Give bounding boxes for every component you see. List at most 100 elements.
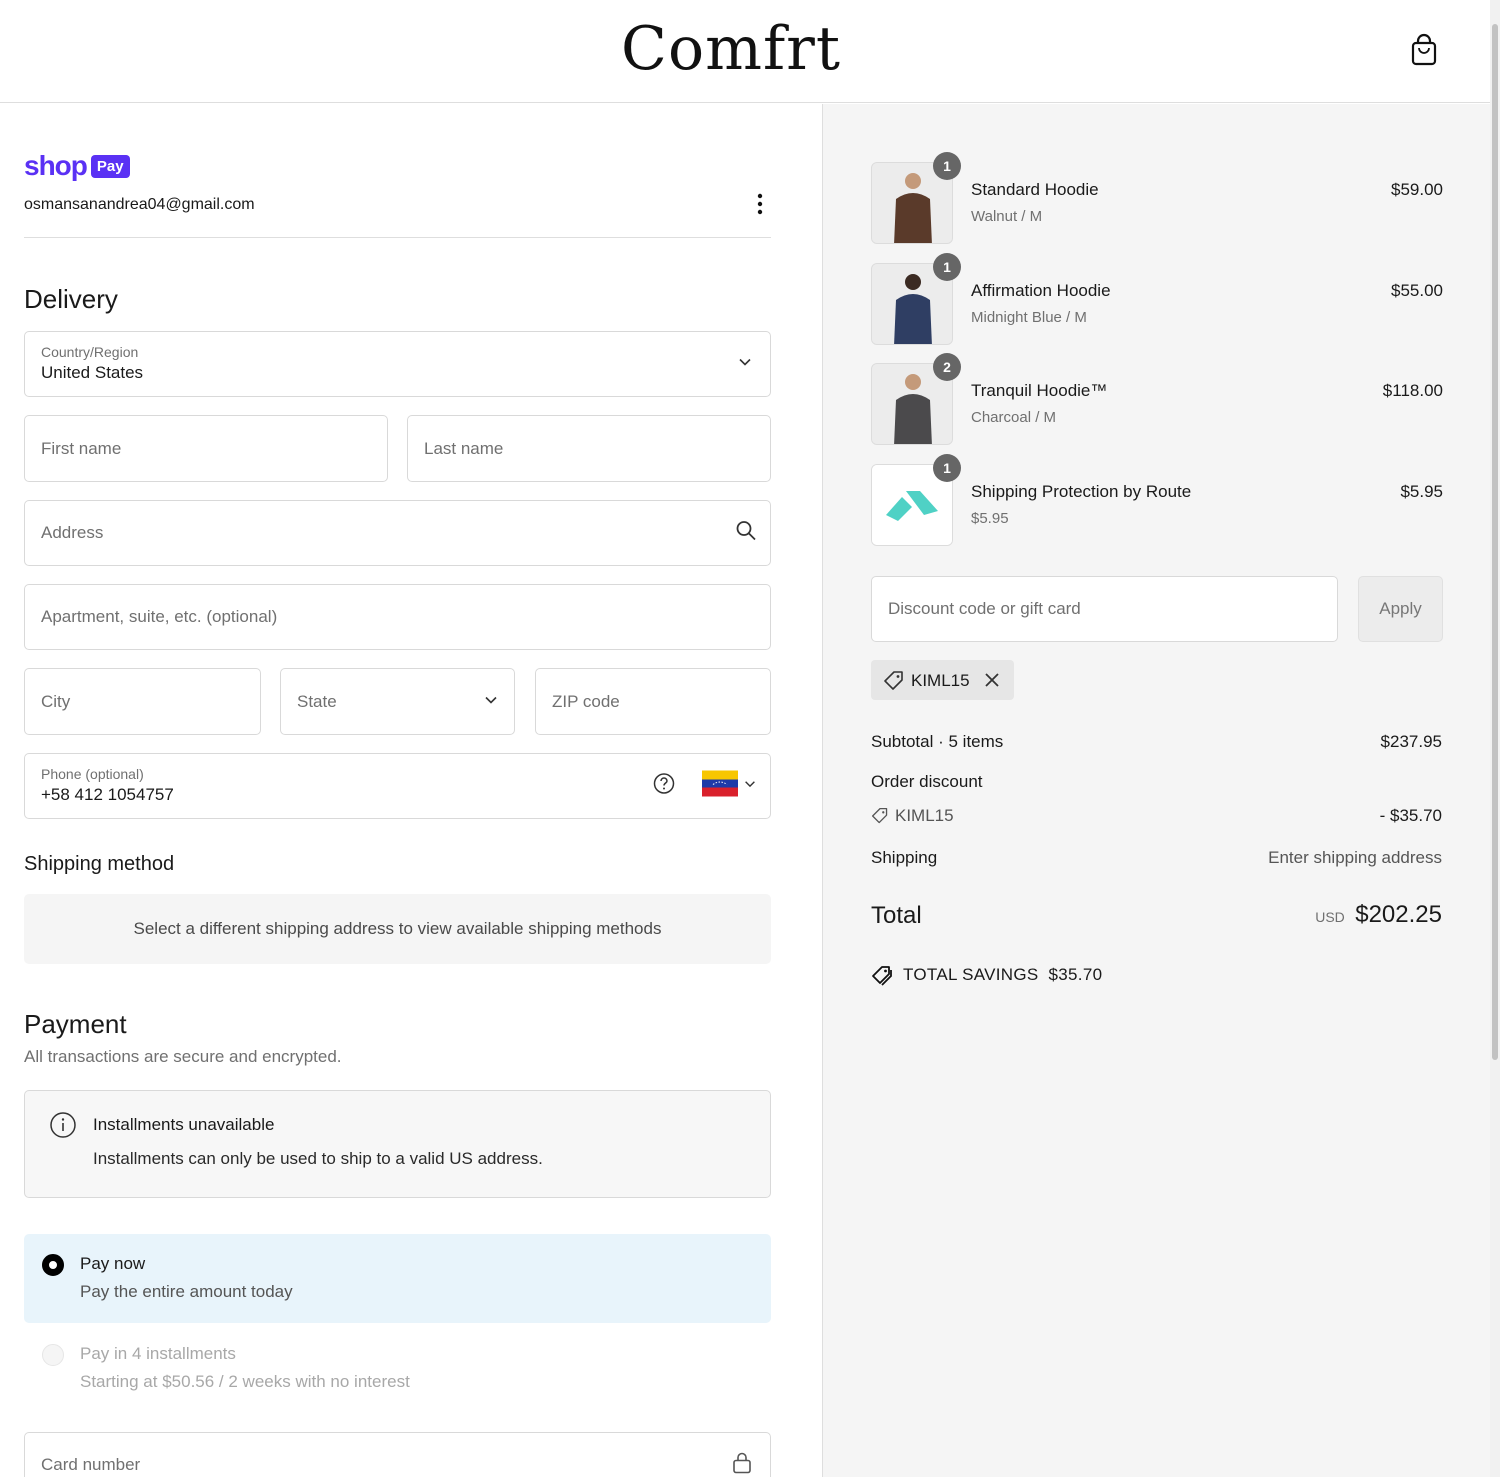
chevron-down-icon[interactable] bbox=[743, 777, 757, 796]
quantity-badge: 2 bbox=[933, 353, 961, 381]
shipping-value: Enter shipping address bbox=[1268, 848, 1442, 867]
total-label: Total bbox=[871, 902, 922, 929]
product-hoodie-shape bbox=[894, 193, 932, 243]
divider bbox=[24, 237, 771, 238]
discount-value: - $35.70 bbox=[1379, 806, 1442, 825]
discount-code-input[interactable]: Discount code or gift card bbox=[871, 576, 1338, 642]
shipping-method-notice: Select a different shipping address to v… bbox=[24, 894, 771, 964]
payment-subtitle: All transactions are secure and encrypte… bbox=[24, 1047, 342, 1066]
card-number-placeholder: Card number bbox=[41, 1455, 141, 1474]
city-field[interactable]: City bbox=[24, 668, 261, 735]
pay-installments-radio[interactable] bbox=[42, 1344, 64, 1366]
last-name-field[interactable]: Last name bbox=[407, 415, 771, 482]
state-placeholder: State bbox=[297, 691, 337, 711]
item-name: Tranquil Hoodie™ bbox=[971, 381, 1108, 400]
zip-field[interactable]: ZIP code bbox=[535, 668, 771, 735]
card-number-field[interactable]: Card number bbox=[24, 1432, 771, 1477]
comfrt-logo[interactable]: Comfrt bbox=[0, 14, 1462, 84]
savings-label: TOTAL SAVINGS bbox=[903, 965, 1039, 984]
subtotal-label: Subtotal · 5 items bbox=[871, 732, 1004, 751]
payment-heading: Payment bbox=[24, 1009, 127, 1039]
account-email: osmansanandrea04@gmail.com bbox=[24, 196, 255, 213]
line-item: 1 Shipping Protection by Route $5.95 $5.… bbox=[871, 454, 1443, 548]
pay-now-option[interactable]: Pay now Pay the entire amount today bbox=[24, 1234, 771, 1323]
tags-icon bbox=[871, 964, 893, 986]
pay-now-subtitle: Pay the entire amount today bbox=[80, 1282, 293, 1301]
shipping-method-heading: Shipping method bbox=[24, 853, 175, 875]
savings-value: $35.70 bbox=[1048, 965, 1103, 984]
tag-icon bbox=[871, 807, 889, 825]
order-discount-label: Order discount bbox=[871, 772, 983, 791]
first-name-placeholder: First name bbox=[41, 438, 122, 458]
quantity-badge: 1 bbox=[933, 454, 961, 482]
order-summary: 1 Standard Hoodie Walnut / M $59.00 1 Af… bbox=[822, 104, 1490, 1477]
pay-installments-option[interactable]: Pay in 4 installments Starting at $50.56… bbox=[24, 1324, 771, 1414]
apartment-placeholder: Apartment, suite, etc. (optional) bbox=[41, 607, 278, 626]
chevron-down-icon bbox=[483, 691, 499, 712]
help-icon[interactable] bbox=[653, 773, 675, 800]
total-amount: USD $202.25 bbox=[1315, 901, 1442, 929]
shipping-label: Shipping bbox=[871, 848, 938, 867]
pay-installments-subtitle: Starting at $50.56 / 2 weeks with no int… bbox=[80, 1372, 410, 1391]
lock-icon bbox=[731, 1451, 753, 1477]
line-item: 1 Standard Hoodie Walnut / M $59.00 bbox=[871, 152, 1443, 246]
item-variant: Walnut / M bbox=[971, 208, 1043, 225]
pay-now-radio[interactable] bbox=[42, 1254, 64, 1276]
item-variant: $5.95 bbox=[971, 510, 1009, 527]
line-item: 1 Affirmation Hoodie Midnight Blue / M $… bbox=[871, 253, 1443, 347]
total-savings: TOTAL SAVINGS $35.70 bbox=[871, 964, 1102, 986]
discount-code-text: KIML15 bbox=[895, 806, 954, 825]
phone-label: Phone (optional) bbox=[41, 766, 144, 782]
installments-unavailable-notice: Installments unavailable Installments ca… bbox=[24, 1090, 771, 1198]
zip-placeholder: ZIP code bbox=[552, 691, 620, 711]
applied-discount-chip: KIML15 bbox=[871, 660, 1014, 700]
quantity-badge: 1 bbox=[933, 253, 961, 281]
product-hoodie-shape bbox=[894, 294, 932, 344]
item-name: Shipping Protection by Route bbox=[971, 482, 1192, 501]
item-name: Standard Hoodie bbox=[971, 180, 1099, 199]
country-select[interactable]: Country/Region United States bbox=[24, 331, 771, 397]
search-icon[interactable] bbox=[735, 520, 757, 547]
page-scrollbar[interactable] bbox=[1490, 0, 1500, 1477]
subtotal-value: $237.95 bbox=[1380, 732, 1442, 751]
state-select[interactable]: State bbox=[280, 668, 515, 735]
info-icon bbox=[49, 1111, 77, 1144]
item-name: Affirmation Hoodie bbox=[971, 281, 1111, 300]
shop-pay-word: shop bbox=[24, 150, 88, 181]
installments-text: Installments can only be used to ship to… bbox=[93, 1149, 543, 1168]
installments-title: Installments unavailable bbox=[93, 1115, 275, 1134]
scrollbar-thumb[interactable] bbox=[1492, 24, 1498, 1060]
address-placeholder: Address bbox=[41, 523, 104, 542]
country-label: Country/Region bbox=[41, 344, 139, 360]
delivery-heading: Delivery bbox=[24, 284, 118, 314]
product-hoodie-shape bbox=[894, 394, 932, 444]
item-variant: Charcoal / M bbox=[971, 409, 1057, 426]
close-icon[interactable] bbox=[983, 671, 1001, 694]
tag-icon bbox=[883, 670, 905, 697]
shopping-bag-icon[interactable] bbox=[1408, 32, 1440, 68]
apply-button[interactable]: Apply bbox=[1358, 576, 1443, 642]
total-value: $202.25 bbox=[1355, 901, 1442, 928]
city-placeholder: City bbox=[41, 691, 71, 711]
venezuela-flag-icon[interactable] bbox=[702, 770, 738, 802]
item-price: $55.00 bbox=[1391, 281, 1443, 300]
apartment-field[interactable]: Apartment, suite, etc. (optional) bbox=[24, 584, 771, 650]
item-price: $5.95 bbox=[1400, 482, 1443, 501]
phone-field[interactable]: Phone (optional) +58 412 1054757 bbox=[24, 753, 771, 819]
line-item: 2 Tranquil Hoodie™ Charcoal / M $118.00 bbox=[871, 353, 1443, 447]
site-header: Comfrt bbox=[0, 0, 1490, 103]
item-price: $59.00 bbox=[1391, 180, 1443, 199]
item-price: $118.00 bbox=[1382, 381, 1443, 400]
phone-value: +58 412 1054757 bbox=[41, 785, 174, 804]
chevron-down-icon bbox=[737, 354, 753, 375]
last-name-placeholder: Last name bbox=[424, 438, 504, 458]
discount-code-row: KIML15 bbox=[871, 806, 954, 826]
applied-discount-code: KIML15 bbox=[911, 671, 970, 690]
kebab-icon[interactable] bbox=[750, 190, 770, 218]
shop-pay-logo[interactable]: shop Pay bbox=[24, 150, 130, 182]
address-field[interactable]: Address bbox=[24, 500, 771, 566]
discount-placeholder: Discount code or gift card bbox=[888, 599, 1081, 618]
first-name-field[interactable]: First name bbox=[24, 415, 388, 482]
pay-installments-title: Pay in 4 installments bbox=[80, 1344, 236, 1363]
checkout-form: shop Pay osmansanandrea04@gmail.com Deli… bbox=[0, 104, 822, 1477]
